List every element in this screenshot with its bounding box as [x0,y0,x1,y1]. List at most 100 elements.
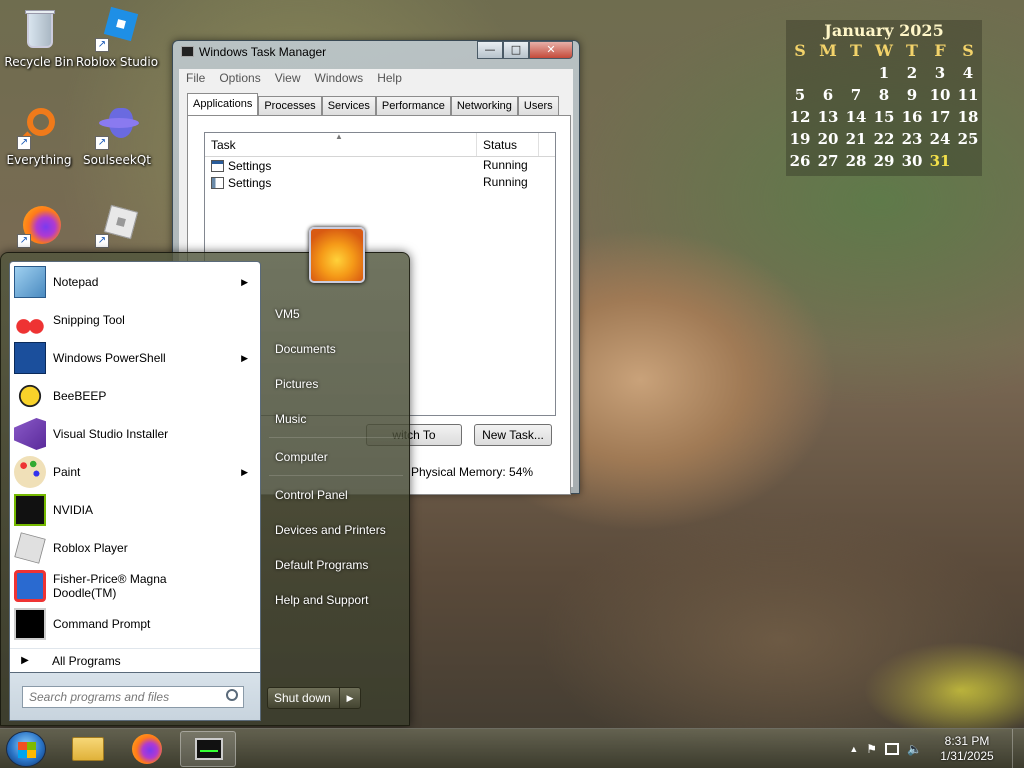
menu-help[interactable]: Help [370,69,409,87]
weekday-label: F [934,41,946,60]
calendar-day: 14 [845,108,867,126]
start-menu-item-paint[interactable]: Paint ▶ [10,454,260,490]
start-menu-link-pictures[interactable]: Pictures [267,369,403,399]
taskbar: ▲ ⚑ 🔈 8:31 PM 1/31/2025 [0,728,1024,768]
start-menu-item-roblox-player[interactable]: Roblox Player [10,530,260,566]
tab-processes[interactable]: Processes [258,96,322,115]
action-center-flag-icon[interactable]: ⚑ [866,742,877,756]
tab-performance[interactable]: Performance [375,96,451,115]
calendar-day: 31 [929,152,951,170]
taskbar-file-explorer[interactable] [60,731,116,767]
task-name: Settings [228,158,272,173]
all-programs-button[interactable]: ▶ All Programs [10,648,260,672]
start-menu-link-default-programs[interactable]: Default Programs [267,550,403,580]
start-menu-link-help-and-support[interactable]: Help and Support [267,585,403,615]
tab-networking[interactable]: Networking [450,96,518,115]
start-menu-link-vm5[interactable]: VM5 [267,299,403,329]
window-title: Windows Task Manager [199,45,327,59]
search-icon[interactable] [226,689,238,701]
desktop-icon-recycle-bin[interactable]: Recycle Bin [0,8,81,69]
taskbar-task-manager[interactable] [180,731,236,767]
menu-windows[interactable]: Windows [308,69,371,87]
column-header-status[interactable]: Status [477,133,539,156]
tab-applications[interactable]: Applications [187,93,259,116]
folder-icon [72,737,104,761]
start-menu-item-fisher-price-magna-doodle-tm[interactable]: Fisher-Price® Magna Doodle(TM) [10,568,260,604]
calendar-day: 6 [822,86,834,104]
calendar-empty-cell [814,62,842,84]
start-menu-item-notepad[interactable]: Notepad ▶ [10,264,260,300]
weekday-label: T [906,41,918,60]
tab-services[interactable]: Services [321,96,376,115]
clock-date: 1/31/2025 [940,749,994,763]
start-menu-link-devices-and-printers[interactable]: Devices and Printers [267,515,403,545]
clock[interactable]: 8:31 PM 1/31/2025 [928,734,1006,764]
menu-file[interactable]: File [179,69,212,87]
calendar-day: 28 [845,152,867,170]
volume-muted-icon[interactable]: 🔈 [907,742,922,756]
calendar-day: 4 [962,64,974,82]
bee-icon [14,380,46,412]
calendar-day: 20 [817,130,839,148]
paint-palette-icon [14,456,46,488]
tab-users[interactable]: Users [517,96,559,115]
calendar-day: 12 [789,108,811,126]
start-menu-link-control-panel[interactable]: Control Panel [267,480,403,510]
weekday-label: T [850,41,862,60]
calendar-day: 1 [878,64,890,82]
firefox-icon: ↗ [17,204,61,248]
search-input[interactable]: Search programs and files [22,686,244,708]
table-row[interactable]: Settings Running [205,174,555,191]
shutdown-options-arrow-icon[interactable]: ▶ [340,688,360,708]
minimize-button[interactable]: — [477,41,503,59]
desktop-icon-roblox-player[interactable]: ↗ [75,204,159,251]
network-icon[interactable] [885,743,900,755]
sort-ascending-icon: ▲ [335,132,343,141]
desktop-icon-label: Everything [6,153,72,167]
calendar-empty-cell [786,62,814,84]
taskbar-firefox[interactable] [120,731,176,767]
calendar-gadget[interactable]: January 2025 S M T W T F S 1 2 3 4 5 6 7 8 9 10 11… [786,20,982,176]
submenu-arrow-icon[interactable]: ▶ [241,467,248,478]
submenu-arrow-icon[interactable]: ▶ [241,353,248,364]
shutdown-button[interactable]: Shut down ▶ [267,687,361,709]
desktop-icon-label: Roblox Studio [75,55,159,69]
start-menu-item-command-prompt[interactable]: Command Prompt [10,606,260,642]
command-prompt-icon [14,608,46,640]
start-menu-item-visual-studio-installer[interactable]: Visual Studio Installer [10,416,260,452]
close-button[interactable]: ✕ [529,41,573,59]
start-menu-link-computer[interactable]: Computer [267,442,403,472]
desktop-icon-label: SoulseekQt [82,153,151,167]
start-menu-item-nvidia[interactable]: NVIDIA [10,492,260,528]
calendar-day: 13 [817,108,839,126]
desktop-icon-soulseekqt[interactable]: ↗ SoulseekQt [75,106,159,167]
all-programs-label: All Programs [52,653,121,668]
soulseek-bird-icon: ↗ [95,106,139,150]
column-header-task[interactable]: ▲ Task [205,132,477,156]
menu-bar: File Options View Windows Help [179,69,573,87]
system-tray: ▲ ⚑ 🔈 8:31 PM 1/31/2025 [849,729,1024,768]
start-menu-item-beebeep[interactable]: BeeBEEP [10,378,260,414]
submenu-arrow-icon[interactable]: ▶ [241,277,248,288]
show-desktop-button[interactable] [1012,729,1024,768]
user-picture-flower[interactable] [309,227,365,283]
desktop-icon-firefox[interactable]: ↗ [0,204,81,251]
new-task-button[interactable]: New Task... [474,424,552,446]
start-menu-item-label: BeeBEEP [53,389,107,403]
start-menu-link-documents[interactable]: Documents [267,334,403,364]
shortcut-arrow-icon: ↗ [95,234,109,248]
maximize-button[interactable]: □ [503,41,529,59]
shortcut-arrow-icon: ↗ [95,136,109,150]
start-menu-item-windows-powershell[interactable]: Windows PowerShell ▶ [10,340,260,376]
calendar-empty-cell [842,62,870,84]
menu-options[interactable]: Options [212,69,267,87]
menu-view[interactable]: View [268,69,308,87]
start-menu-link-music[interactable]: Music [267,404,403,434]
start-button[interactable] [6,731,46,767]
desktop-icon-roblox-studio[interactable]: ↗ Roblox Studio [75,6,159,69]
table-row[interactable]: Settings Running [205,157,555,174]
desktop-icon-everything[interactable]: ↗ Everything [0,106,81,167]
title-bar[interactable]: Windows Task Manager — □ ✕ [173,41,579,63]
start-menu-item-snipping-tool[interactable]: Snipping Tool [10,302,260,338]
show-hidden-icons-icon[interactable]: ▲ [849,744,858,754]
